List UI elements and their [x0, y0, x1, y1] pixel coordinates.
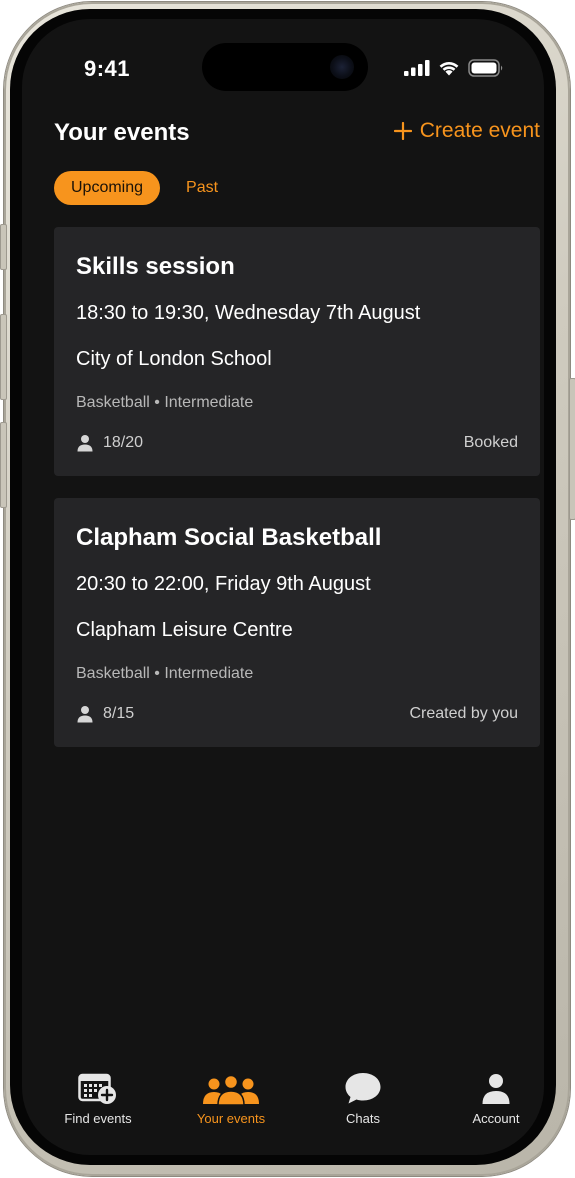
- page-title: Your events: [54, 119, 190, 146]
- app-screen: 9:41 Your events Create event Upcoming P…: [22, 19, 544, 1155]
- calendar-add-icon: [78, 1073, 116, 1104]
- nav-label: Chats: [346, 1111, 380, 1126]
- event-title: Skills session: [76, 253, 235, 280]
- wifi-icon: [439, 62, 459, 76]
- person-icon: [482, 1074, 510, 1104]
- plus-icon: [393, 122, 412, 140]
- dynamic-island: [202, 43, 368, 91]
- event-venue: Clapham Leisure Centre: [76, 619, 293, 641]
- power-button: [569, 378, 575, 520]
- volume-up-button: [0, 314, 7, 400]
- attendance-count: 18/20: [103, 434, 144, 451]
- person-icon: [77, 706, 93, 723]
- action-button: [0, 224, 7, 270]
- event-card[interactable]: Skills session 18:30 to 19:30, Wednesday…: [54, 227, 540, 476]
- phone-bezel: 9:41 Your events Create event Upcoming P…: [10, 9, 556, 1165]
- event-time: 20:30 to 22:00, Friday 9th August: [76, 573, 371, 595]
- chat-bubble-icon: [345, 1073, 381, 1104]
- event-title: Clapham Social Basketball: [76, 524, 382, 551]
- person-icon: [77, 435, 93, 452]
- event-attendance: 18/20: [76, 434, 143, 452]
- nav-label: Find events: [64, 1111, 132, 1126]
- signal-icon: [404, 60, 430, 76]
- event-time: 18:30 to 19:30, Wednesday 7th August: [76, 302, 421, 324]
- battery-icon: [468, 59, 503, 77]
- event-card[interactable]: Clapham Social Basketball 20:30 to 22:00…: [54, 498, 540, 747]
- event-venue: City of London School: [76, 348, 272, 370]
- attendance-count: 8/15: [103, 705, 135, 722]
- event-status: Created by you: [409, 705, 518, 722]
- event-attendance: 8/15: [76, 705, 134, 723]
- nav-label: Your events: [196, 1111, 266, 1126]
- event-tags: Basketball • Intermediate: [76, 665, 254, 682]
- tab-past[interactable]: Past: [176, 171, 235, 205]
- event-tabs: Upcoming Past: [54, 171, 235, 205]
- nav-label: Account: [472, 1111, 520, 1126]
- tab-upcoming[interactable]: Upcoming: [54, 171, 161, 205]
- event-status: Booked: [463, 434, 518, 451]
- people-group-icon: [203, 1075, 259, 1105]
- nav-your-events[interactable]: Your events: [171, 1065, 291, 1126]
- status-time: 9:41: [84, 56, 131, 81]
- status-icons: [404, 59, 504, 77]
- nav-account[interactable]: Account: [436, 1065, 544, 1126]
- event-tags: Basketball • Intermediate: [76, 394, 254, 411]
- volume-down-button: [0, 422, 7, 508]
- nav-chats[interactable]: Chats: [303, 1065, 423, 1126]
- create-event-label: Create event: [419, 119, 540, 142]
- camera-icon: [330, 55, 354, 79]
- bottom-nav: Find events Your events Chats Account: [22, 1065, 544, 1135]
- nav-find-events[interactable]: Find events: [38, 1065, 158, 1126]
- create-event-button[interactable]: Create event: [393, 119, 540, 143]
